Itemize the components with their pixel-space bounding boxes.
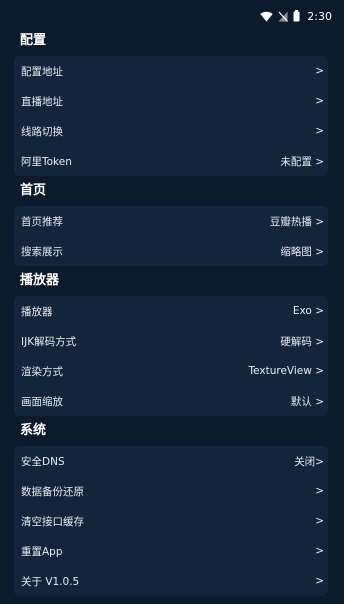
setting-value: 关闭>	[294, 455, 324, 468]
section-home: 首页 首页推荐 豆瓣热播 > 搜索展示 缩略图 >	[14, 180, 328, 266]
setting-player[interactable]: 播放器 Exo >	[14, 296, 328, 326]
setting-config-url[interactable]: 配置地址 >	[14, 56, 328, 86]
section-system: 系统 安全DNS 关闭> 数据备份还原 > 清空接口缓存 > 重置App > 关…	[14, 420, 328, 596]
section-title: 配置	[20, 33, 47, 48]
setting-clear-cache[interactable]: 清空接口缓存 >	[14, 506, 328, 536]
setting-label: IJK解码方式	[21, 335, 77, 348]
setting-label: 安全DNS	[21, 455, 65, 468]
setting-route-switch[interactable]: 线路切换 >	[14, 116, 328, 146]
setting-value: >	[315, 95, 324, 107]
setting-label: 渲染方式	[21, 365, 63, 378]
wifi-icon	[260, 11, 273, 22]
setting-label: 画面缩放	[21, 395, 63, 408]
setting-backup-restore[interactable]: 数据备份还原 >	[14, 476, 328, 506]
setting-value: 未配置 >	[280, 155, 324, 168]
setting-search-display[interactable]: 搜索展示 缩略图 >	[14, 236, 328, 266]
setting-value: >	[315, 575, 324, 587]
setting-value: >	[315, 125, 324, 137]
setting-value: >	[315, 485, 324, 497]
setting-value: TextureView >	[248, 365, 325, 377]
setting-label: 关于 V1.0.5	[21, 575, 80, 588]
setting-screen-scale[interactable]: 画面缩放 默认 >	[14, 386, 328, 416]
setting-label: 阿里Token	[21, 155, 72, 168]
setting-label: 播放器	[21, 305, 53, 318]
section-title: 首页	[20, 183, 47, 198]
setting-label: 数据备份还原	[21, 485, 84, 498]
setting-secure-dns[interactable]: 安全DNS 关闭>	[14, 446, 328, 476]
setting-label: 重置App	[21, 545, 63, 558]
setting-render-mode[interactable]: 渲染方式 TextureView >	[14, 356, 328, 386]
setting-label: 清空接口缓存	[21, 515, 84, 528]
setting-value: Exo >	[292, 305, 324, 317]
signal-off-icon	[278, 11, 289, 22]
setting-reset-app[interactable]: 重置App >	[14, 536, 328, 566]
setting-value: 默认 >	[290, 395, 324, 408]
setting-label: 直播地址	[21, 95, 63, 108]
setting-label: 搜索展示	[21, 245, 63, 258]
section-title: 系统	[20, 423, 47, 438]
status-bar: 2:30	[0, 0, 344, 32]
setting-ijk-decode[interactable]: IJK解码方式 硬解码 >	[14, 326, 328, 356]
setting-value: 豆瓣热播 >	[269, 215, 324, 228]
setting-value: >	[315, 515, 324, 527]
settings-card: 安全DNS 关闭> 数据备份还原 > 清空接口缓存 > 重置App > 关于 V…	[14, 446, 328, 596]
setting-home-recommend[interactable]: 首页推荐 豆瓣热播 >	[14, 206, 328, 236]
setting-value: >	[315, 65, 324, 77]
setting-ali-token[interactable]: 阿里Token 未配置 >	[14, 146, 328, 176]
setting-label: 首页推荐	[21, 215, 63, 228]
battery-icon	[293, 10, 300, 22]
settings-card: 播放器 Exo > IJK解码方式 硬解码 > 渲染方式 TextureView…	[14, 296, 328, 416]
settings-card: 配置地址 > 直播地址 > 线路切换 > 阿里Token 未配置 >	[14, 56, 328, 176]
setting-value: >	[315, 545, 324, 557]
setting-value: 硬解码 >	[280, 335, 324, 348]
settings-list: 配置 配置地址 > 直播地址 > 线路切换 > 阿里Token 未配置 > 首页	[0, 30, 344, 596]
section-config: 配置 配置地址 > 直播地址 > 线路切换 > 阿里Token 未配置 >	[14, 30, 328, 176]
setting-live-url[interactable]: 直播地址 >	[14, 86, 328, 116]
setting-label: 配置地址	[21, 65, 63, 78]
section-player: 播放器 播放器 Exo > IJK解码方式 硬解码 > 渲染方式 Texture…	[14, 270, 328, 416]
setting-value: 缩略图 >	[280, 245, 324, 258]
clock-time: 2:30	[307, 9, 332, 23]
settings-card: 首页推荐 豆瓣热播 > 搜索展示 缩略图 >	[14, 206, 328, 266]
setting-label: 线路切换	[21, 125, 63, 138]
section-title: 播放器	[20, 273, 60, 288]
setting-about[interactable]: 关于 V1.0.5 >	[14, 566, 328, 596]
